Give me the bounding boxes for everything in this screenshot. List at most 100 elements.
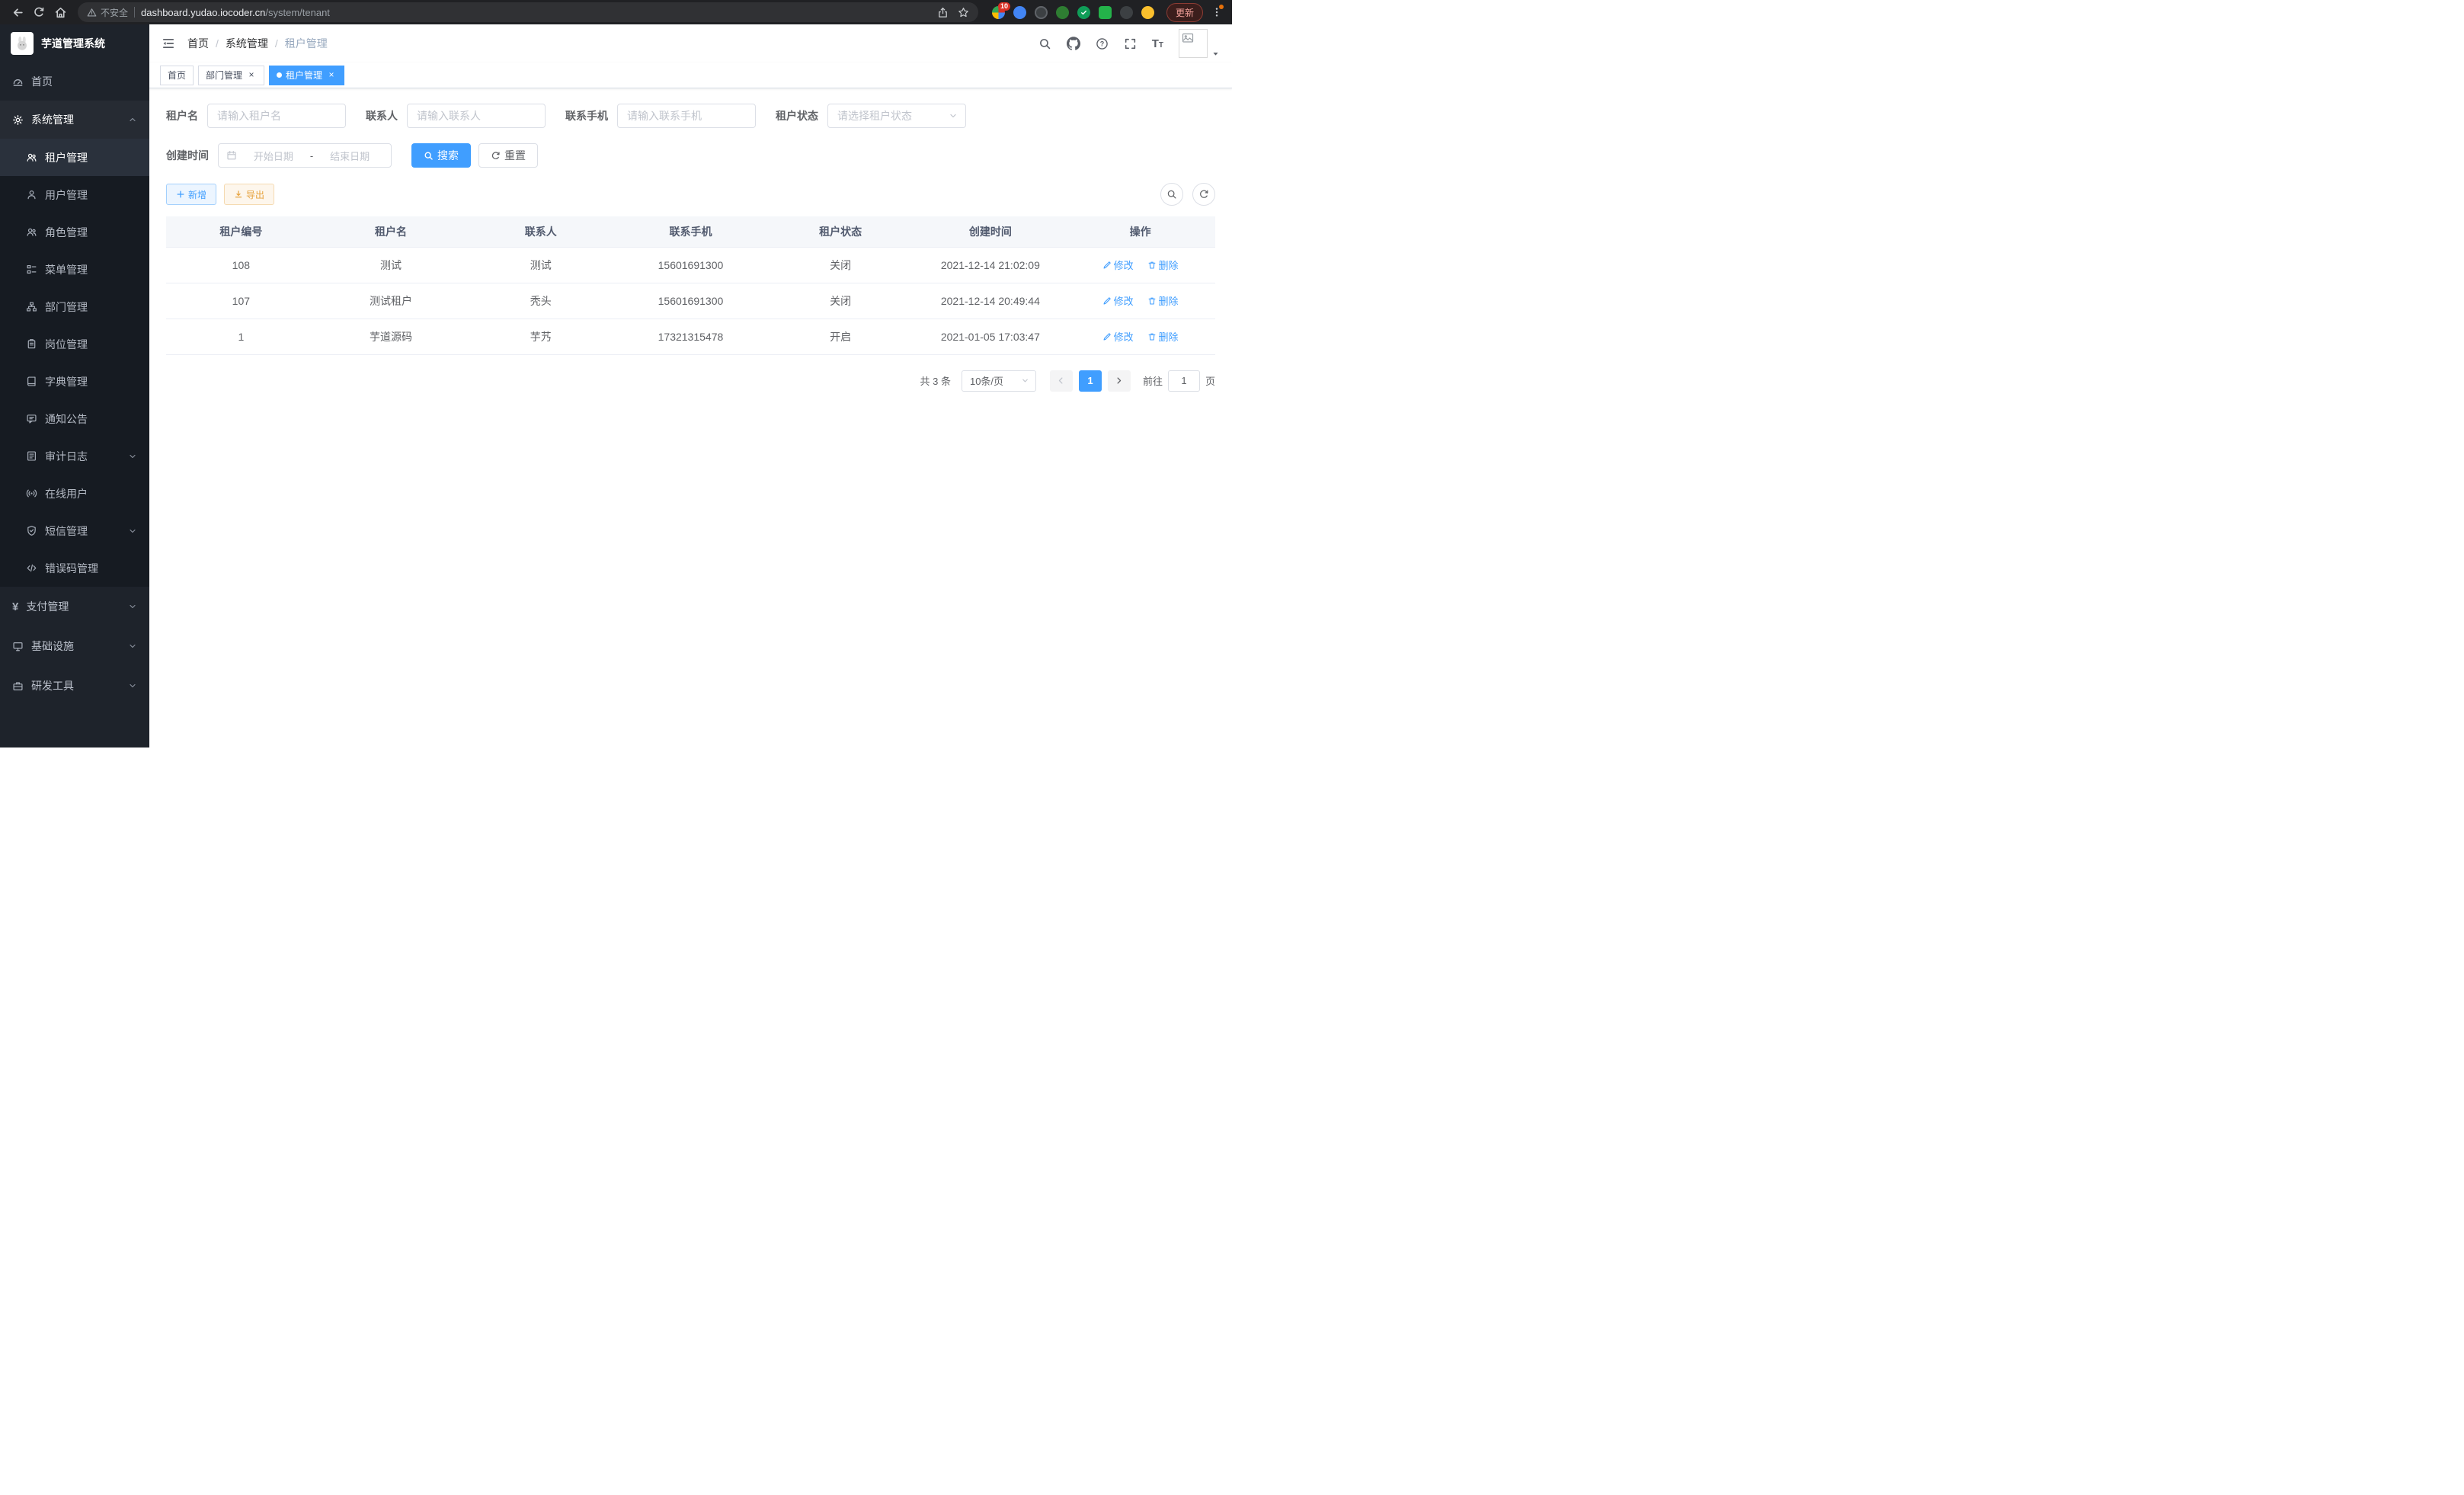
cell-contact: 秃头 bbox=[466, 283, 616, 319]
browser-menu-button[interactable] bbox=[1209, 5, 1224, 20]
sidebar-item-audit-log[interactable]: 审计日志 bbox=[0, 437, 149, 475]
extension-icon-colorwheel[interactable]: 10 bbox=[992, 6, 1005, 19]
delete-icon bbox=[1147, 296, 1157, 306]
back-button[interactable] bbox=[8, 2, 27, 22]
sidebar-item-home[interactable]: 首页 bbox=[0, 62, 149, 101]
sidebar-item-system[interactable]: 系统管理 bbox=[0, 101, 149, 139]
tab-label: 租户管理 bbox=[286, 69, 322, 82]
navbar-actions: ? TT bbox=[1038, 29, 1220, 58]
filter-label: 联系人 bbox=[366, 108, 398, 123]
export-button-label: 导出 bbox=[246, 188, 264, 201]
extension-icon-blue[interactable] bbox=[1013, 6, 1026, 19]
chevron-down-icon bbox=[128, 527, 137, 536]
edit-button[interactable]: 修改 bbox=[1102, 258, 1134, 272]
sidebar-item-label: 在线用户 bbox=[45, 486, 88, 501]
bookmark-star-icon[interactable] bbox=[958, 7, 969, 18]
sidebar-item-dict[interactable]: 字典管理 bbox=[0, 363, 149, 400]
header-search-button[interactable] bbox=[1038, 37, 1051, 50]
reset-button[interactable]: 重置 bbox=[478, 143, 538, 168]
status-select[interactable]: 请选择租户状态 bbox=[827, 104, 966, 128]
sidebar-item-tenant[interactable]: 租户管理 bbox=[0, 139, 149, 176]
kebab-menu-icon bbox=[1211, 7, 1222, 18]
goto-page-input[interactable] bbox=[1168, 370, 1200, 392]
breadcrumb-home[interactable]: 首页 bbox=[187, 36, 209, 51]
refresh-icon bbox=[1198, 189, 1209, 200]
omnibox-divider bbox=[134, 7, 135, 18]
add-button[interactable]: 新增 bbox=[166, 184, 216, 205]
sidebar-item-label: 支付管理 bbox=[26, 599, 69, 614]
prev-page-button[interactable] bbox=[1050, 370, 1073, 392]
sidebar-item-online-users[interactable]: 在线用户 bbox=[0, 475, 149, 512]
refresh-table-button[interactable] bbox=[1192, 183, 1215, 206]
extension-icon-dark-green[interactable] bbox=[1056, 6, 1069, 19]
extension-icon-green-check[interactable] bbox=[1077, 6, 1090, 19]
sidebar-item-sms[interactable]: 短信管理 bbox=[0, 512, 149, 549]
fullscreen-icon bbox=[1124, 37, 1137, 50]
sidebar-item-payment[interactable]: ¥ 支付管理 bbox=[0, 587, 149, 626]
delete-button[interactable]: 删除 bbox=[1147, 293, 1179, 308]
extension-icon-green-square[interactable] bbox=[1099, 6, 1112, 19]
edit-button[interactable]: 修改 bbox=[1102, 329, 1134, 344]
table-toolbar: 新增 导出 bbox=[166, 183, 1215, 206]
page-number-1[interactable]: 1 bbox=[1079, 370, 1102, 392]
fullscreen-button[interactable] bbox=[1124, 37, 1137, 50]
search-icon bbox=[424, 151, 434, 161]
delete-button[interactable]: 删除 bbox=[1147, 258, 1179, 272]
tab-dept[interactable]: 部门管理 × bbox=[198, 66, 264, 85]
browser-update-button[interactable]: 更新 bbox=[1166, 3, 1203, 22]
close-icon[interactable]: × bbox=[246, 70, 257, 81]
sidebar-item-post[interactable]: 岗位管理 bbox=[0, 325, 149, 363]
edit-button[interactable]: 修改 bbox=[1102, 293, 1134, 308]
share-icon[interactable] bbox=[937, 7, 949, 18]
address-bar[interactable]: 不安全 dashboard.yudao.iocoder.cn/system/te… bbox=[78, 2, 978, 22]
security-label: 不安全 bbox=[101, 6, 128, 19]
phone-input[interactable] bbox=[617, 104, 756, 128]
extension-icon-dark[interactable] bbox=[1120, 6, 1133, 19]
page-size-select[interactable]: 10条/页 bbox=[962, 370, 1036, 392]
home-button[interactable] bbox=[50, 2, 70, 22]
sidebar-item-user[interactable]: 用户管理 bbox=[0, 176, 149, 213]
extension-badge: 10 bbox=[998, 2, 1010, 11]
export-button[interactable]: 导出 bbox=[224, 184, 274, 205]
calendar-icon bbox=[226, 150, 237, 161]
sidebar-item-dept[interactable]: 部门管理 bbox=[0, 288, 149, 325]
sidebar-collapse-button[interactable] bbox=[162, 37, 175, 50]
column-header: 租户名 bbox=[316, 216, 466, 247]
sidebar-item-infra[interactable]: 基础设施 bbox=[0, 626, 149, 666]
book-icon bbox=[26, 376, 37, 387]
column-header: 租户编号 bbox=[166, 216, 316, 247]
close-icon[interactable]: × bbox=[326, 70, 337, 81]
sidebar-item-role[interactable]: 角色管理 bbox=[0, 213, 149, 251]
extension-icon-dark-sphere[interactable] bbox=[1035, 6, 1048, 19]
contact-input[interactable] bbox=[407, 104, 546, 128]
date-range-picker[interactable]: 开始日期 - 结束日期 bbox=[218, 143, 392, 168]
sidebar-item-menu[interactable]: 菜单管理 bbox=[0, 251, 149, 288]
sidebar-item-notice[interactable]: 通知公告 bbox=[0, 400, 149, 437]
refresh-icon bbox=[491, 151, 501, 161]
reload-button[interactable] bbox=[29, 2, 49, 22]
pagination: 共 3 条 10条/页 1 前往 页 bbox=[166, 370, 1215, 392]
security-indicator[interactable]: 不安全 bbox=[87, 6, 128, 19]
edit-label: 修改 bbox=[1114, 329, 1134, 344]
tenant-name-input[interactable] bbox=[207, 104, 346, 128]
delete-button[interactable]: 删除 bbox=[1147, 329, 1179, 344]
toggle-search-button[interactable] bbox=[1160, 183, 1183, 206]
tab-home[interactable]: 首页 bbox=[160, 66, 194, 85]
search-button[interactable]: 搜索 bbox=[411, 143, 471, 168]
github-button[interactable] bbox=[1067, 37, 1080, 50]
font-size-button[interactable]: TT bbox=[1152, 38, 1163, 50]
hamburger-icon bbox=[162, 37, 175, 50]
breadcrumb-system[interactable]: 系统管理 bbox=[226, 36, 268, 51]
sidebar-item-error-code[interactable]: 错误码管理 bbox=[0, 549, 149, 587]
tab-tenant[interactable]: 租户管理 × bbox=[269, 66, 344, 85]
sidebar-item-devtools[interactable]: 研发工具 bbox=[0, 666, 149, 706]
back-icon bbox=[11, 6, 24, 19]
delete-label: 删除 bbox=[1159, 329, 1179, 344]
url-domain: dashboard.yudao.iocoder.cn bbox=[141, 7, 265, 18]
logo-row[interactable]: 芋道管理系统 bbox=[0, 24, 149, 62]
help-button[interactable]: ? bbox=[1096, 37, 1109, 50]
user-menu[interactable] bbox=[1179, 29, 1220, 58]
sidebar-item-label: 短信管理 bbox=[45, 523, 88, 539]
next-page-button[interactable] bbox=[1108, 370, 1131, 392]
extension-icon-yellow[interactable] bbox=[1141, 6, 1154, 19]
